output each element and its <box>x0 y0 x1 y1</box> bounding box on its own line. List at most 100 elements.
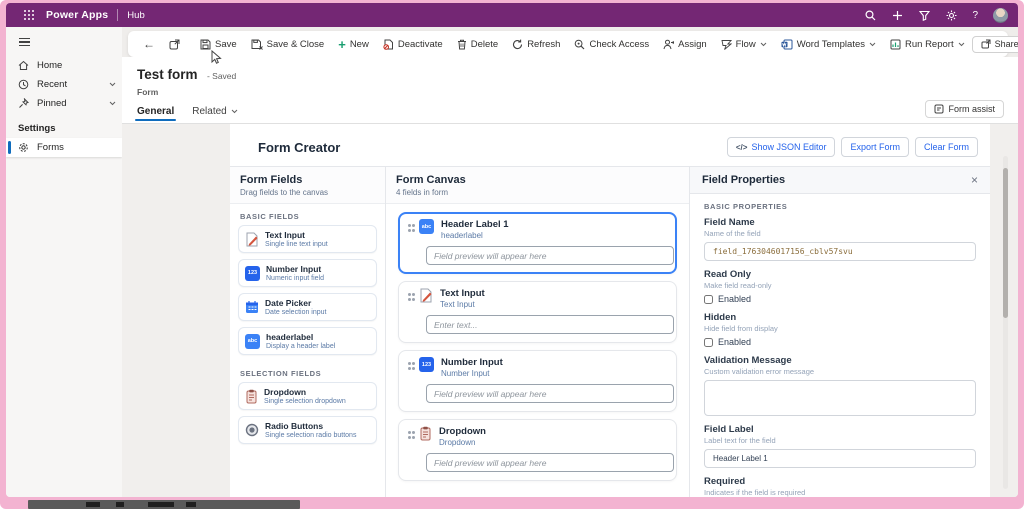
date-picker-icon <box>245 300 259 314</box>
palette-item-desc: Single line text input <box>265 241 328 248</box>
form-canvas-panel: Form Canvas 4 fields in form abc Header … <box>386 167 690 497</box>
property-label: Required <box>704 476 976 487</box>
gear-icon[interactable] <box>945 9 957 21</box>
clear-form-button[interactable]: Clear Form <box>915 137 978 157</box>
help-icon[interactable]: ? <box>972 10 978 21</box>
show-json-editor-button[interactable]: </> Show JSON Editor <box>727 137 836 157</box>
chevron-down-icon <box>109 101 116 106</box>
form-assist-button[interactable]: Form assist <box>925 100 1004 118</box>
form-fields-title: Form Fields <box>240 174 375 186</box>
canvas-item-header-label[interactable]: abc Header Label 1 headerlabel <box>398 212 677 274</box>
palette-item-name: Radio Buttons <box>265 421 356 431</box>
forms-gear-icon <box>18 142 29 153</box>
drag-handle-icon[interactable] <box>408 362 411 365</box>
hamburger-menu-icon[interactable] <box>6 27 122 56</box>
home-icon <box>18 60 29 71</box>
main-area: ← Save Save & Close + New <box>122 27 1018 497</box>
delete-button[interactable]: Delete <box>450 31 505 57</box>
recent-clock-icon <box>18 79 29 90</box>
palette-item-text-input[interactable]: Text Input Single line text input <box>238 225 377 253</box>
field-preview-input[interactable] <box>426 453 674 472</box>
scrollbar-thumb[interactable] <box>1003 168 1008 318</box>
form-fields-subtitle: Drag fields to the canvas <box>240 188 375 197</box>
field-name-input[interactable] <box>704 242 976 261</box>
radio-buttons-icon <box>245 423 259 437</box>
waffle-icon[interactable] <box>24 10 34 20</box>
cmd-label: Deactivate <box>398 39 443 50</box>
field-preview-input[interactable] <box>426 315 674 334</box>
save-and-close-button[interactable]: Save & Close <box>244 31 332 57</box>
assign-button[interactable]: Assign <box>656 31 714 57</box>
vertical-scrollbar[interactable] <box>1003 156 1008 489</box>
hidden-checkbox[interactable] <box>704 338 713 347</box>
sidebar-item-pinned[interactable]: Pinned <box>6 94 122 113</box>
avatar[interactable] <box>993 8 1008 23</box>
close-icon[interactable]: × <box>971 174 978 186</box>
property-label: Field Name <box>704 217 976 228</box>
add-icon[interactable] <box>891 9 903 21</box>
screen-frame: Power Apps Hub ? <box>0 0 1024 509</box>
pinned-pin-icon <box>18 98 29 109</box>
refresh-button[interactable]: Refresh <box>505 31 567 57</box>
field-preview-input[interactable] <box>426 246 674 265</box>
sidebar-item-recent[interactable]: Recent <box>6 75 122 94</box>
chevron-down-icon <box>760 42 767 47</box>
canvas-item-text-input[interactable]: Text Input Text Input <box>398 281 677 343</box>
form-fields-header: Form Fields Drag fields to the canvas <box>230 167 385 204</box>
canvas-item-title: Text Input <box>440 288 485 299</box>
flow-button[interactable]: Flow <box>714 31 774 57</box>
property-desc: Make field read-only <box>704 281 976 290</box>
command-bar: ← Save Save & Close + New <box>128 31 1008 57</box>
drag-handle-icon[interactable] <box>408 431 411 434</box>
palette-item-name: headerlabel <box>266 332 335 342</box>
new-button[interactable]: + New <box>331 31 376 57</box>
number-input-icon: 123 <box>245 266 260 281</box>
text-input-icon <box>245 232 259 247</box>
app-title[interactable]: Power Apps <box>46 9 108 21</box>
drag-handle-icon[interactable] <box>408 224 411 227</box>
cmd-label: Save & Close <box>267 39 325 50</box>
palette-item-name: Dropdown <box>264 387 346 397</box>
sidebar-item-forms[interactable]: Forms <box>6 138 122 157</box>
word-icon <box>781 39 793 50</box>
tab-label: General <box>137 106 174 117</box>
sidebar-item-home[interactable]: Home <box>6 56 122 75</box>
save-button[interactable]: Save <box>193 31 244 57</box>
palette-item-radio-buttons[interactable]: Radio Buttons Single selection radio but… <box>238 416 377 444</box>
palette-item-number-input[interactable]: 123 Number Input Numeric input field <box>238 259 377 287</box>
canvas-item-dropdown[interactable]: Dropdown Dropdown <box>398 419 677 481</box>
deactivate-button[interactable]: Deactivate <box>376 31 450 57</box>
palette-item-date-picker[interactable]: Date Picker Date selection input <box>238 293 377 321</box>
drag-handle-icon[interactable] <box>408 293 411 296</box>
run-report-button[interactable]: Run Report <box>883 31 972 57</box>
canvas-item-title: Number Input <box>441 357 503 368</box>
word-templates-button[interactable]: Word Templates <box>774 31 883 57</box>
read-only-checkbox[interactable] <box>704 295 713 304</box>
search-icon[interactable] <box>864 9 876 21</box>
export-form-button[interactable]: Export Form <box>841 137 909 157</box>
palette-item-headerlabel[interactable]: abc headerlabel Display a header label <box>238 327 377 355</box>
cmd-label: Delete <box>471 39 498 50</box>
canvas-item-number-input[interactable]: 123 Number Input Number Input <box>398 350 677 412</box>
tab-general[interactable]: General <box>137 106 174 123</box>
palette-item-dropdown[interactable]: Dropdown Single selection dropdown <box>238 382 377 410</box>
share-button[interactable]: Share <box>972 36 1018 53</box>
header-divider <box>117 9 118 21</box>
filter-icon[interactable] <box>918 9 930 21</box>
check-access-icon <box>574 39 585 50</box>
field-label-input[interactable] <box>704 449 976 468</box>
popout-button[interactable] <box>162 31 187 57</box>
tab-related[interactable]: Related <box>192 106 237 123</box>
environment-label[interactable]: Hub <box>127 10 144 21</box>
check-access-button[interactable]: Check Access <box>567 31 656 57</box>
dropdown-icon <box>419 426 432 441</box>
validation-message-textarea[interactable] <box>704 380 976 416</box>
taskbar-fragment <box>28 500 300 509</box>
canvas-item-type: Text Input <box>440 300 485 309</box>
cmd-label: New <box>350 39 369 50</box>
field-properties-header: Field Properties × <box>690 167 990 194</box>
back-button[interactable]: ← <box>136 31 162 57</box>
property-label: Validation Message <box>704 355 976 366</box>
action-label: Export Form <box>850 142 900 152</box>
field-preview-input[interactable] <box>426 384 674 403</box>
